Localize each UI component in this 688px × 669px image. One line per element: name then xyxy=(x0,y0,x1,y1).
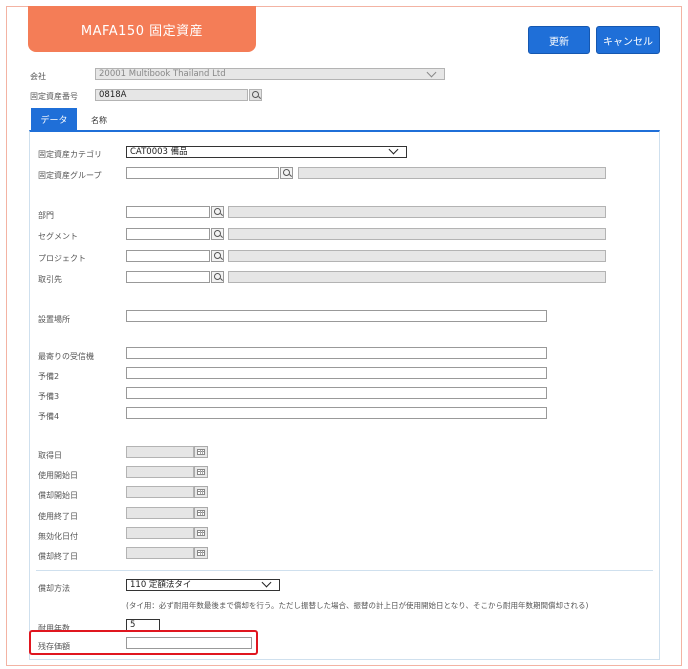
category-select[interactable]: CAT0003 備品 xyxy=(126,146,407,158)
project-name-field xyxy=(228,250,606,262)
depr-end-date-label: 償却終了日 xyxy=(38,552,78,561)
search-icon[interactable] xyxy=(280,167,293,179)
invalidation-date-label: 無効化日付 xyxy=(38,532,78,541)
asset-number-field[interactable]: 0818A xyxy=(95,89,248,101)
search-icon[interactable] xyxy=(211,250,224,262)
depr-start-date-field[interactable] xyxy=(126,486,194,498)
highlight-box xyxy=(29,630,258,655)
group-name-field xyxy=(298,167,606,179)
use-start-date-field[interactable] xyxy=(126,466,194,478)
depr-start-date-label: 償却開始日 xyxy=(38,491,78,500)
partner-input[interactable] xyxy=(126,271,210,283)
depr-end-date-field[interactable] xyxy=(126,547,194,559)
calendar-icon[interactable] xyxy=(194,466,208,478)
partner-name-field xyxy=(228,271,606,283)
section-divider xyxy=(36,570,653,571)
segment-input[interactable] xyxy=(126,228,210,240)
reserve2-input[interactable] xyxy=(126,367,547,379)
tab-name[interactable]: 名称 xyxy=(80,110,118,130)
partner-label: 取引先 xyxy=(38,275,62,284)
location-label: 設置場所 xyxy=(38,315,70,324)
reserve2-label: 予備2 xyxy=(38,372,60,381)
tab-data[interactable]: データ xyxy=(31,108,77,130)
reserve3-label: 予備3 xyxy=(38,392,60,401)
department-name-field xyxy=(228,206,606,218)
use-start-date-label: 使用開始日 xyxy=(38,471,78,480)
calendar-icon[interactable] xyxy=(194,446,208,458)
cancel-button[interactable]: キャンセル xyxy=(596,26,660,54)
company-select[interactable]: 20001 Multibook Thailand Ltd xyxy=(95,68,445,80)
search-icon[interactable] xyxy=(249,89,262,101)
segment-name-field xyxy=(228,228,606,240)
calendar-icon[interactable] xyxy=(194,527,208,539)
use-end-date-label: 使用終了日 xyxy=(38,512,78,521)
invalidation-date-field[interactable] xyxy=(126,527,194,539)
calendar-icon[interactable] xyxy=(194,507,208,519)
group-label: 固定資産グループ xyxy=(38,171,102,180)
update-button[interactable]: 更新 xyxy=(528,26,590,54)
depr-method-note: (タイ用：必ず耐用年数最後まで償却を行う。ただし振替した場合、振替の計上日が使用… xyxy=(126,601,589,610)
depr-method-label: 償却方法 xyxy=(38,584,70,593)
reserve4-input[interactable] xyxy=(126,407,547,419)
acquisition-date-label: 取得日 xyxy=(38,451,62,460)
nearest-receiver-label: 最寄りの受信機 xyxy=(38,352,94,361)
project-input[interactable] xyxy=(126,250,210,262)
calendar-icon[interactable] xyxy=(194,547,208,559)
use-end-date-field[interactable] xyxy=(126,507,194,519)
depr-method-select[interactable]: 110 定額法タイ xyxy=(126,579,280,591)
page-title: MAFA150 固定資産 xyxy=(28,6,256,52)
category-label: 固定資産カテゴリ xyxy=(38,150,102,159)
reserve4-label: 予備4 xyxy=(38,412,60,421)
department-input[interactable] xyxy=(126,206,210,218)
project-label: プロジェクト xyxy=(38,254,86,263)
acquisition-date-field[interactable] xyxy=(126,446,194,458)
reserve3-input[interactable] xyxy=(126,387,547,399)
search-icon[interactable] xyxy=(211,206,224,218)
segment-label: セグメント xyxy=(38,232,78,241)
search-icon[interactable] xyxy=(211,228,224,240)
nearest-receiver-input[interactable] xyxy=(126,347,547,359)
search-icon[interactable] xyxy=(211,271,224,283)
location-input[interactable] xyxy=(126,310,547,322)
department-label: 部門 xyxy=(38,211,54,220)
company-label: 会社 xyxy=(30,72,46,81)
calendar-icon[interactable] xyxy=(194,486,208,498)
asset-number-label: 固定資産番号 xyxy=(30,92,78,101)
group-input[interactable] xyxy=(126,167,279,179)
